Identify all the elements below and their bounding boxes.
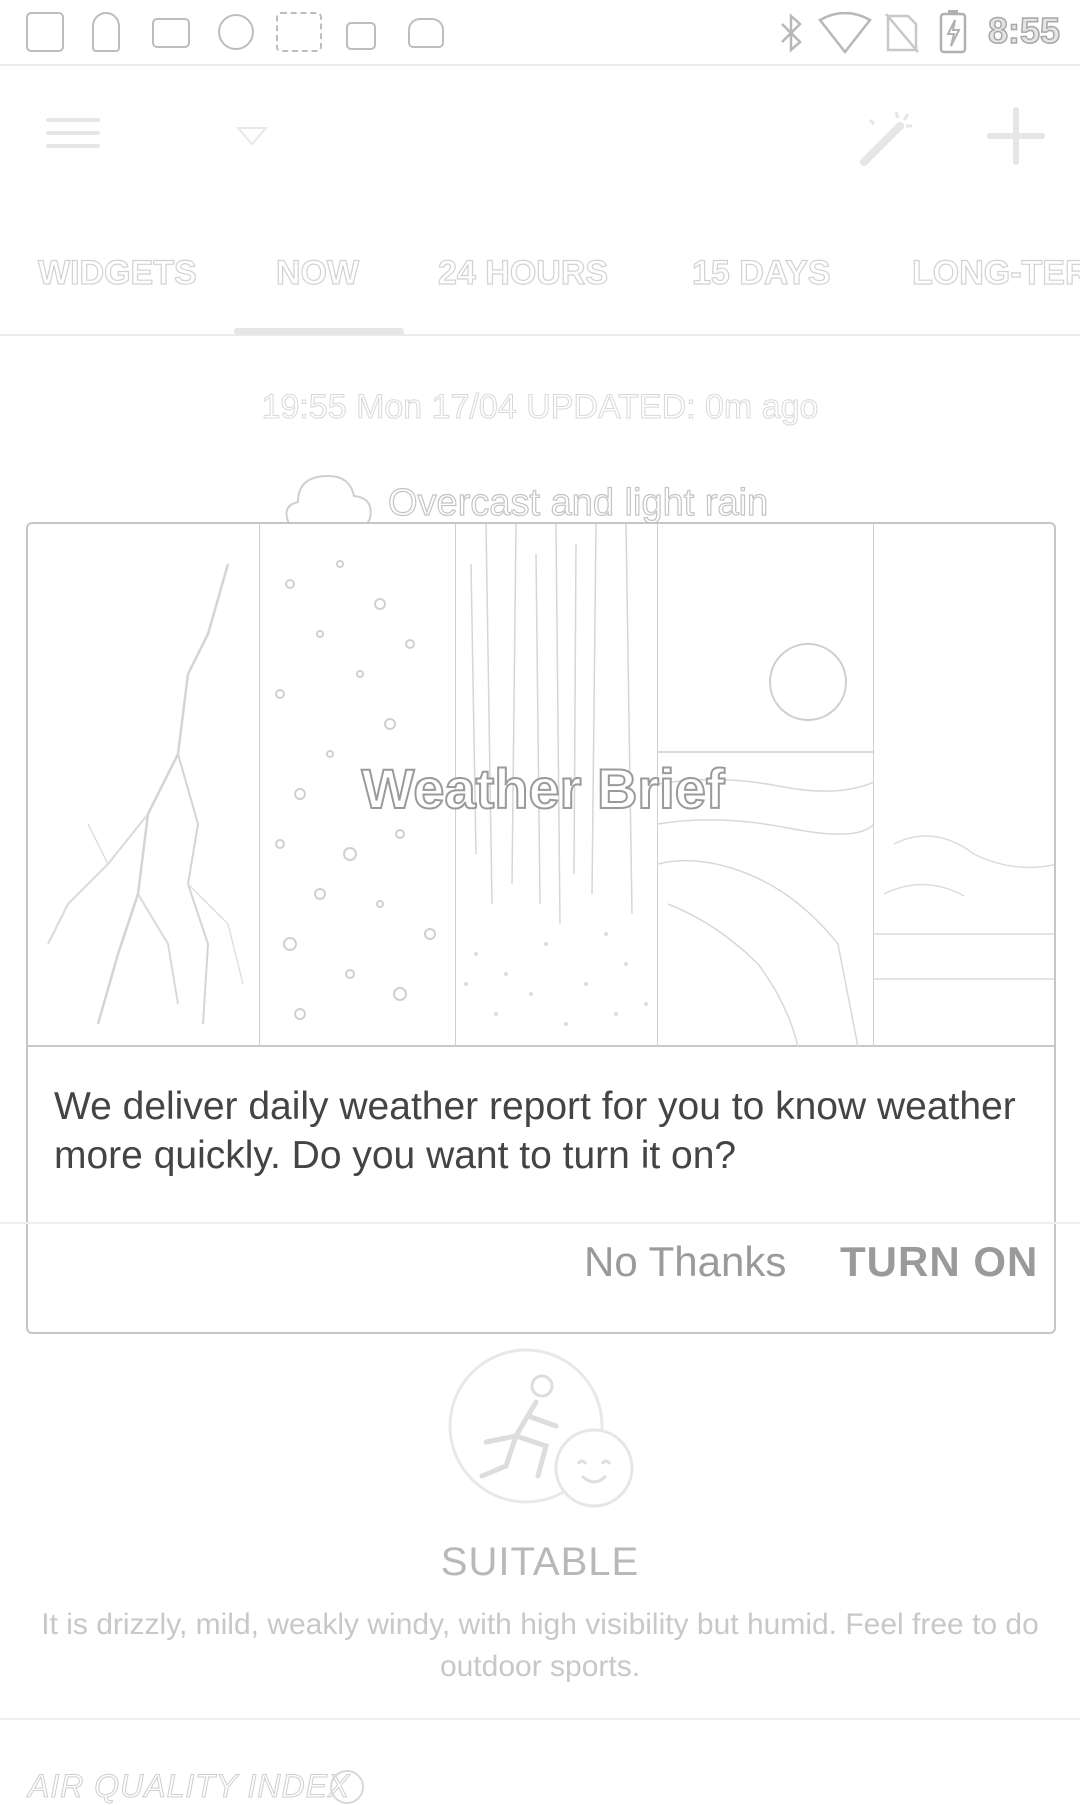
section-divider	[0, 1718, 1080, 1720]
no-thanks-button[interactable]: No Thanks	[584, 1238, 786, 1286]
clock: 8:55	[987, 9, 1061, 52]
weather-brief-dialog: Weather Brief We deliver daily weather r…	[26, 522, 1056, 1334]
app-bar	[0, 66, 1080, 206]
no-sim-icon	[885, 13, 919, 53]
chevron-down-icon[interactable]	[236, 126, 268, 146]
tab-now[interactable]: NOW	[275, 253, 359, 293]
help-icon[interactable]	[330, 1770, 364, 1804]
dialog-message: We deliver daily weather report for you …	[54, 1085, 1016, 1177]
facebook-icon	[26, 12, 64, 52]
magic-wand-icon[interactable]	[856, 106, 918, 168]
air-quality-title: AIR QUALITY INDEX	[27, 1768, 351, 1805]
add-icon[interactable]	[986, 106, 1046, 166]
keyhole-icon	[92, 12, 120, 52]
weather-app-icon	[276, 12, 322, 52]
lock-icon	[346, 22, 376, 50]
tab-long-term[interactable]: LONG-TER	[911, 253, 1080, 293]
status-bar: 8:55	[0, 0, 1080, 66]
battery-charging-icon	[939, 10, 967, 54]
weather-brief-title: Weather Brief	[360, 756, 725, 821]
tab-24-hours[interactable]: 24 HOURS	[437, 253, 608, 293]
tab-15-days[interactable]: 15 DAYS	[691, 253, 831, 293]
tab-widgets[interactable]: WIDGETS	[37, 253, 197, 293]
running-icon	[448, 1348, 634, 1508]
turn-on-button[interactable]: TURN ON	[840, 1238, 1038, 1286]
sport-description: It is drizzly, mild, weakly windy, with …	[41, 1608, 1039, 1683]
bluetooth-icon	[781, 13, 802, 53]
section-divider	[0, 1222, 1080, 1224]
sport-status: SUITABLE	[440, 1540, 640, 1584]
condition-text: Overcast and light rain	[387, 481, 769, 524]
menu-icon[interactable]	[46, 118, 100, 156]
android-icon	[408, 18, 444, 48]
mail-icon	[152, 18, 190, 48]
tab-bar: WIDGETS NOW 24 HOURS 15 DAYS LONG-TER	[0, 236, 1080, 336]
active-tab-indicator	[234, 328, 404, 335]
updated-timestamp: 19:55 Mon 17/04 UPDATED: 0m ago	[261, 388, 819, 427]
weather-brief-banner: Weather Brief	[28, 524, 1054, 1047]
wifi-icon	[818, 12, 872, 54]
opera-icon	[218, 14, 254, 50]
